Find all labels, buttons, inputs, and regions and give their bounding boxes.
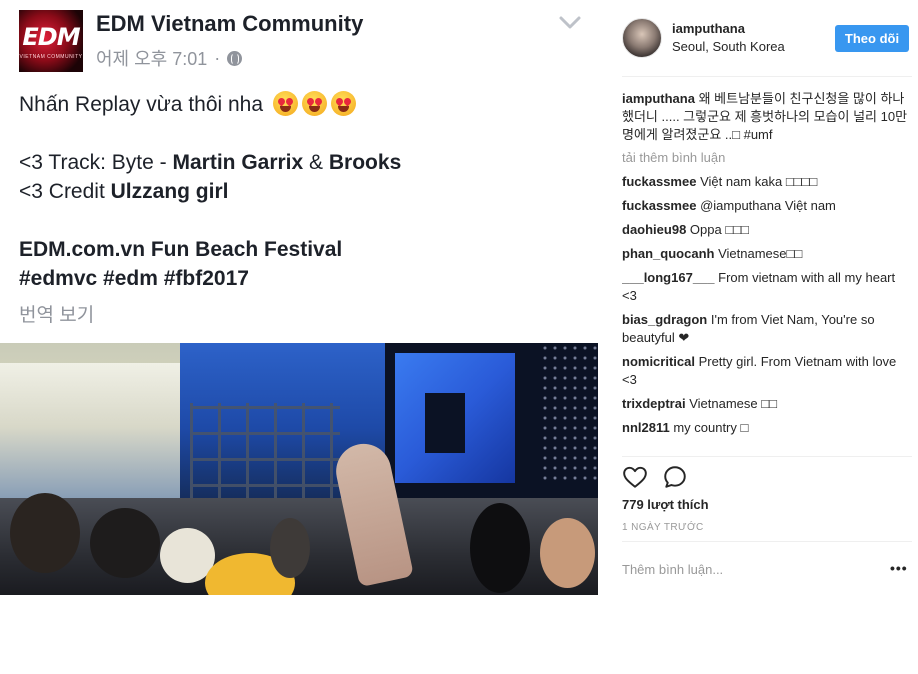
comment-username[interactable]: phan_quocanh (622, 246, 714, 261)
follow-button[interactable]: Theo dõi (835, 25, 909, 52)
comment-list[interactable]: iamputhana 왜 베트남분들이 친구신청을 많이 하나했더니 .....… (622, 90, 912, 455)
artist-link[interactable]: Brooks (329, 151, 401, 174)
comments-divider (622, 456, 912, 457)
meta-separator: · (214, 47, 221, 68)
footer-divider (622, 541, 912, 542)
action-bar (622, 464, 702, 490)
comment-username[interactable]: nomicritical (622, 354, 695, 369)
post-line-credit: <3 Credit Ulzzang girl (19, 180, 229, 203)
comment-text: Vietnamese □□ (685, 396, 777, 411)
comment: nnl2811 my country □ (622, 419, 912, 437)
comment-username[interactable]: trixdeptrai (622, 396, 686, 411)
ig-location-link[interactable]: Seoul, South Korea (672, 39, 785, 54)
avatar[interactable] (622, 18, 662, 58)
comment-username[interactable]: fuckassmee (622, 174, 696, 189)
likes-count[interactable]: 779 lượt thích (622, 497, 709, 512)
comment: fuckassmee Việt nam kaka □□□□ (622, 173, 912, 191)
more-options-icon[interactable]: ••• (890, 560, 908, 576)
chevron-down-icon[interactable] (558, 15, 582, 31)
post-timestamp[interactable]: 어제 오후 7:01 (96, 45, 207, 71)
load-more-comments-link[interactable]: tải thêm bình luận (622, 149, 912, 167)
facebook-post: EDM VIETNAM COMMUNITY EDM Vietnam Commun… (0, 0, 598, 674)
post-hashtags[interactable]: #edmvc #edm #fbf2017 (19, 264, 589, 293)
post-line-event: EDM.com.vn Fun Beach Festival (19, 238, 343, 261)
comment-text: my country □ (669, 420, 749, 435)
comment-text: Việt nam kaka □□□□ (696, 174, 818, 189)
caption-username[interactable]: iamputhana (622, 91, 695, 106)
post-line-replay: Nhấn Replay vừa thôi nha (19, 90, 589, 119)
comment-username[interactable]: ___long167___ (622, 270, 715, 285)
logo-text: EDM (22, 23, 80, 51)
page-name-link[interactable]: EDM Vietnam Community (96, 11, 363, 37)
comment-username[interactable]: fuckassmee (622, 198, 696, 213)
comment: daohieu98 Oppa □□□ (622, 221, 912, 239)
post-video[interactable] (0, 343, 598, 595)
heart-eyes-emoji (272, 91, 298, 116)
post-time-ago: 1 NGÀY TRƯỚC (622, 522, 704, 533)
globe-icon[interactable] (227, 50, 243, 66)
heart-icon[interactable] (622, 464, 648, 490)
comment: trixdeptrai Vietnamese □□ (622, 395, 912, 413)
post-meta: 어제 오후 7:01 · (96, 45, 243, 71)
comment: bias_gdragon I'm from Viet Nam, You're s… (622, 311, 912, 347)
comment: nomicritical Pretty girl. From Vietnam w… (622, 353, 912, 389)
post-line-track: <3 Track: Byte - Martin Garrix & Brooks (19, 151, 402, 174)
comment-icon[interactable] (662, 464, 688, 490)
comment-text: @iamputhana Việt nam (696, 198, 836, 213)
comment: fuckassmee @iamputhana Việt nam (622, 197, 912, 215)
ig-username-link[interactable]: iamputhana (672, 21, 745, 36)
comment-text: Vietnamese□□ (714, 246, 803, 261)
comment-username[interactable]: bias_gdragon (622, 312, 707, 327)
post-text: Nhấn Replay vừa thôi nha <3 Track: Byte … (19, 90, 589, 293)
comment: phan_quocanh Vietnamese□□ (622, 245, 912, 263)
comment: ___long167___ From vietnam with all my h… (622, 269, 912, 305)
comment-text: Oppa □□□ (686, 222, 749, 237)
caption: iamputhana 왜 베트남분들이 친구신청을 많이 하나했더니 .....… (622, 90, 912, 144)
add-comment-input[interactable]: Thêm bình luận... (622, 562, 723, 577)
credit-link[interactable]: Ulzzang girl (111, 180, 229, 203)
page-logo[interactable]: EDM VIETNAM COMMUNITY (19, 10, 83, 72)
logo-subtext: VIETNAM COMMUNITY (19, 54, 83, 60)
see-translation-link[interactable]: 번역 보기 (19, 300, 94, 327)
comment-username[interactable]: nnl2811 (622, 420, 670, 435)
artist-link[interactable]: Martin Garrix (172, 151, 303, 174)
header-divider (622, 76, 912, 77)
comment-username[interactable]: daohieu98 (622, 222, 686, 237)
heart-eyes-emoji (330, 91, 356, 116)
heart-eyes-emoji (301, 91, 327, 116)
